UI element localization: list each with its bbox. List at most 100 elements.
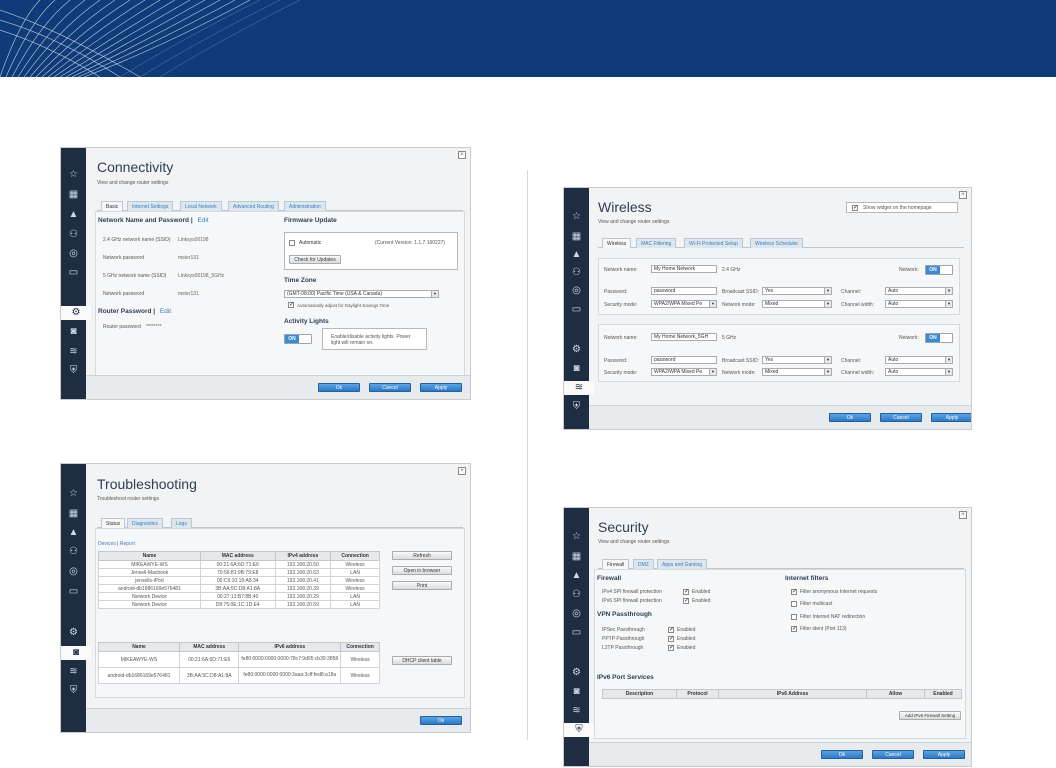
width-select[interactable]: Auto ▼: [885, 368, 953, 376]
ok-button[interactable]: Ok: [821, 750, 863, 759]
refresh-button[interactable]: Refresh: [392, 551, 452, 560]
cancel-button[interactable]: Cancel: [872, 750, 914, 759]
ok-button[interactable]: Ok: [420, 716, 462, 725]
tab-diagnostics[interactable]: Diagnostics: [127, 518, 163, 528]
tab-status[interactable]: Status: [101, 518, 126, 528]
apply-button[interactable]: Apply: [931, 413, 971, 422]
alert-icon[interactable]: ▲: [65, 208, 82, 222]
ipv6-spi-checkbox[interactable]: ✓: [683, 598, 689, 604]
security-select[interactable]: WPA2/WPA Mixed Pe ▼: [651, 368, 717, 376]
print-button[interactable]: Print: [392, 581, 452, 590]
cancel-button[interactable]: Cancel: [880, 413, 922, 422]
ok-button[interactable]: Ok: [829, 413, 871, 422]
security-select[interactable]: WPA2/WPA Mixed Pe ▼: [651, 300, 717, 308]
ports-icon[interactable]: ▭: [568, 626, 585, 640]
parental-icon[interactable]: ⚇: [568, 266, 585, 280]
pptp-checkbox[interactable]: ✓: [668, 636, 674, 642]
ports-icon[interactable]: ▭: [65, 585, 82, 599]
media-icon[interactable]: ◎: [65, 247, 82, 261]
widgets-icon[interactable]: ☆: [65, 487, 82, 501]
channel-select[interactable]: Auto ▼: [885, 287, 953, 295]
widgets-icon[interactable]: ☆: [568, 530, 585, 544]
widgets-icon[interactable]: ☆: [568, 210, 585, 224]
report-link[interactable]: Report: [120, 541, 135, 547]
devices-icon[interactable]: ▦: [65, 188, 82, 202]
tab-firewall[interactable]: Firewall: [602, 559, 630, 569]
devices-icon[interactable]: ▦: [568, 550, 585, 564]
alert-icon[interactable]: ▲: [568, 248, 585, 262]
tab-apps-gaming[interactable]: Apps and Gaming: [657, 559, 708, 569]
widgets-icon[interactable]: ☆: [65, 168, 82, 182]
check-updates-button[interactable]: Check for Updates: [289, 255, 341, 264]
close-icon[interactable]: ×: [458, 151, 466, 159]
wireless-icon[interactable]: ≋: [568, 704, 585, 718]
wireless-icon[interactable]: ≋: [564, 381, 594, 395]
filter-ident-checkbox[interactable]: ✓: [791, 626, 797, 632]
wireless-icon[interactable]: ≋: [65, 665, 82, 679]
troubleshooting-icon[interactable]: ◙: [65, 325, 82, 339]
open-browser-button[interactable]: Open in browser: [392, 566, 452, 575]
connectivity-icon[interactable]: ⚙: [61, 306, 91, 320]
parental-icon[interactable]: ⚇: [65, 228, 82, 242]
troubleshooting-icon[interactable]: ◙: [568, 362, 585, 376]
ports-icon[interactable]: ▭: [65, 266, 82, 280]
ipsec-checkbox[interactable]: ✓: [668, 627, 674, 633]
filter-nat-checkbox[interactable]: [791, 614, 797, 620]
add-ipv6-rule-button[interactable]: Add IPv6 Firewall Setting: [899, 711, 961, 720]
router-password-edit-link[interactable]: Edit: [160, 308, 171, 315]
connectivity-icon[interactable]: ⚙: [568, 666, 585, 680]
media-icon[interactable]: ◎: [65, 565, 82, 579]
troubleshooting-icon[interactable]: ◙: [568, 685, 585, 699]
security-icon[interactable]: ⛨: [564, 723, 594, 737]
alert-icon[interactable]: ▲: [568, 569, 585, 583]
close-icon[interactable]: ×: [959, 511, 967, 519]
close-icon[interactable]: ×: [959, 191, 967, 199]
network-name-input[interactable]: My Home Network_5GH: [651, 333, 717, 341]
cancel-button[interactable]: Cancel: [369, 383, 411, 392]
network-name-input[interactable]: My Home Network: [651, 265, 717, 273]
password-input[interactable]: password: [651, 356, 717, 364]
dst-checkbox[interactable]: ✓: [288, 302, 294, 308]
network-toggle[interactable]: ON: [925, 333, 953, 343]
tab-basic[interactable]: Basic: [101, 201, 124, 211]
automatic-checkbox[interactable]: [289, 240, 295, 246]
devices-icon[interactable]: ▦: [65, 507, 82, 521]
ok-button[interactable]: Ok: [318, 383, 360, 392]
apply-button[interactable]: Apply: [923, 750, 965, 759]
network-edit-link[interactable]: Edit: [197, 217, 208, 224]
security-icon[interactable]: ⛨: [65, 684, 82, 698]
tab-administration[interactable]: Administration: [284, 201, 326, 211]
channel-select[interactable]: Auto ▼: [885, 356, 953, 364]
width-select[interactable]: Auto ▼: [885, 300, 953, 308]
close-icon[interactable]: ×: [458, 467, 466, 475]
tab-wireless-scheduler[interactable]: Wireless Scheduler: [750, 238, 804, 248]
timezone-select[interactable]: (GMT-08:00) Pacific Time (USA & Canada) ▼: [284, 290, 439, 298]
connectivity-icon[interactable]: ⚙: [65, 626, 82, 640]
tab-internet-settings[interactable]: Internet Settings: [127, 201, 174, 211]
parental-icon[interactable]: ⚇: [568, 588, 585, 602]
media-icon[interactable]: ◎: [568, 607, 585, 621]
ipv4-spi-checkbox[interactable]: ✓: [683, 589, 689, 595]
security-icon[interactable]: ⛨: [65, 364, 82, 378]
parental-icon[interactable]: ⚇: [65, 545, 82, 559]
troubleshooting-icon[interactable]: ◙: [61, 646, 91, 660]
wireless-icon[interactable]: ≋: [65, 345, 82, 359]
security-icon[interactable]: ⛨: [568, 400, 585, 414]
tab-logs[interactable]: Logs: [171, 518, 192, 528]
ports-icon[interactable]: ▭: [568, 303, 585, 317]
broadcast-select[interactable]: Yes ▼: [762, 287, 832, 295]
filter-anonymous-checkbox[interactable]: ✓: [791, 589, 797, 595]
activity-lights-toggle[interactable]: ON: [284, 334, 312, 344]
l2tp-checkbox[interactable]: ✓: [668, 645, 674, 651]
alert-icon[interactable]: ▲: [65, 526, 82, 540]
media-icon[interactable]: ◎: [568, 284, 585, 298]
dhcp-table-button[interactable]: DHCP client table: [392, 656, 452, 665]
mode-select[interactable]: Mixed ▼: [762, 300, 832, 308]
tab-advanced-routing[interactable]: Advanced Routing: [228, 201, 279, 211]
devices-link[interactable]: Devices: [98, 541, 116, 547]
show-widget-checkbox[interactable]: ✓: [852, 205, 858, 211]
broadcast-select[interactable]: Yes ▼: [762, 356, 832, 364]
devices-icon[interactable]: ▦: [568, 230, 585, 244]
tab-wps[interactable]: Wi-Fi Protected Setup: [684, 238, 743, 248]
tab-mac-filtering[interactable]: MAC Filtering: [636, 238, 677, 248]
